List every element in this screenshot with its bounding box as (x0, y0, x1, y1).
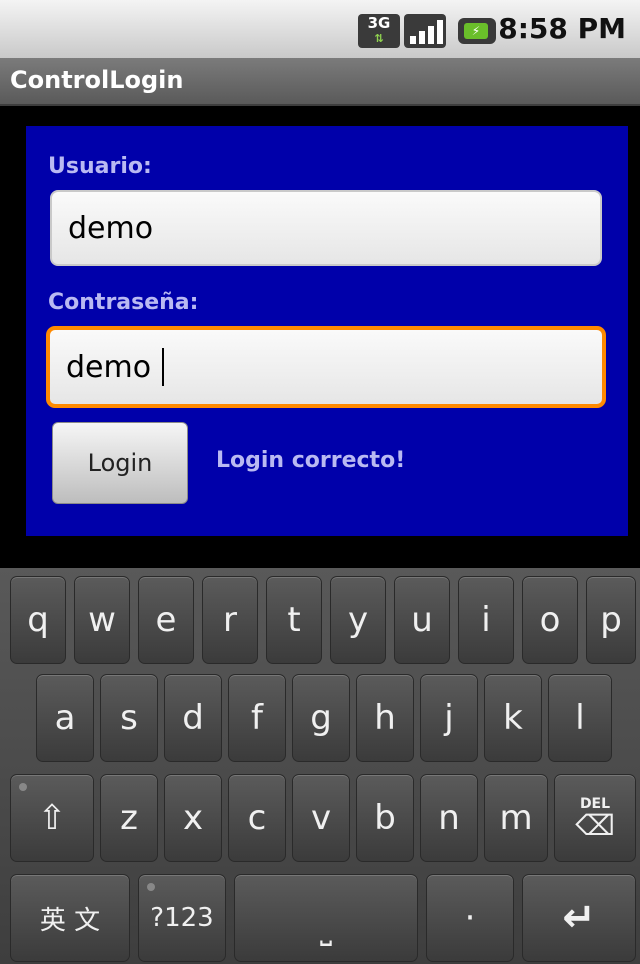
status-time: 8:58 PM (498, 12, 626, 45)
password-field[interactable] (46, 326, 606, 408)
network-3g-icon: 3G ⇅ (358, 14, 400, 48)
username-input[interactable] (52, 192, 600, 264)
key-t[interactable]: t (266, 576, 322, 664)
key-p[interactable]: p (586, 576, 636, 664)
key-u[interactable]: u (394, 576, 450, 664)
key-l[interactable]: l (548, 674, 612, 762)
battery-charging-icon: ⚡ (454, 14, 498, 48)
login-form-panel: Usuario: Contraseña: Login Login correct… (26, 126, 628, 536)
language-key[interactable]: 英 文 (10, 874, 130, 962)
key-r[interactable]: r (202, 576, 258, 664)
symbols-key[interactable]: ?123 (138, 874, 226, 962)
key-k[interactable]: k (484, 674, 542, 762)
key-x[interactable]: x (164, 774, 222, 862)
key-y[interactable]: y (330, 576, 386, 664)
password-label: Contraseña: (48, 290, 199, 315)
text-cursor (162, 348, 164, 386)
key-s[interactable]: s (100, 674, 158, 762)
app-title-bar: ControlLogin (0, 58, 640, 106)
key-o[interactable]: o (522, 576, 578, 664)
login-button[interactable]: Login (52, 422, 188, 504)
login-status-message: Login correcto! (216, 448, 406, 473)
key-c[interactable]: c (228, 774, 286, 862)
key-b[interactable]: b (356, 774, 414, 862)
key-w[interactable]: w (74, 576, 130, 664)
enter-icon: ↵ (562, 895, 596, 941)
soft-keyboard: q w e r t y u i o p a s d f g h j k l ⇧ … (0, 568, 640, 964)
key-h[interactable]: h (356, 674, 414, 762)
key-m[interactable]: m (484, 774, 548, 862)
status-bar: 3G ⇅ ⚡ 8:58 PM (0, 0, 640, 58)
username-label: Usuario: (48, 154, 152, 179)
space-key[interactable]: ⎵ (234, 874, 418, 962)
app-title: ControlLogin (10, 66, 184, 94)
key-i[interactable]: i (458, 576, 514, 664)
key-j[interactable]: j (420, 674, 478, 762)
key-a[interactable]: a (36, 674, 94, 762)
key-e[interactable]: e (138, 576, 194, 664)
username-field[interactable] (50, 190, 602, 266)
key-q[interactable]: q (10, 576, 66, 664)
key-n[interactable]: n (420, 774, 478, 862)
space-icon: ⎵ (320, 911, 332, 947)
key-f[interactable]: f (228, 674, 286, 762)
enter-key[interactable]: ↵ (522, 874, 636, 962)
signal-strength-icon (404, 14, 446, 48)
key-g[interactable]: g (292, 674, 350, 762)
period-key[interactable]: · (426, 874, 514, 962)
key-v[interactable]: v (292, 774, 350, 862)
backspace-icon: ⌫ (575, 809, 615, 842)
key-z[interactable]: z (100, 774, 158, 862)
shift-key[interactable]: ⇧ (10, 774, 94, 862)
delete-key[interactable]: DEL ⌫ (554, 774, 636, 862)
shift-icon: ⇧ (37, 798, 67, 838)
key-d[interactable]: d (164, 674, 222, 762)
password-input[interactable] (50, 330, 602, 404)
